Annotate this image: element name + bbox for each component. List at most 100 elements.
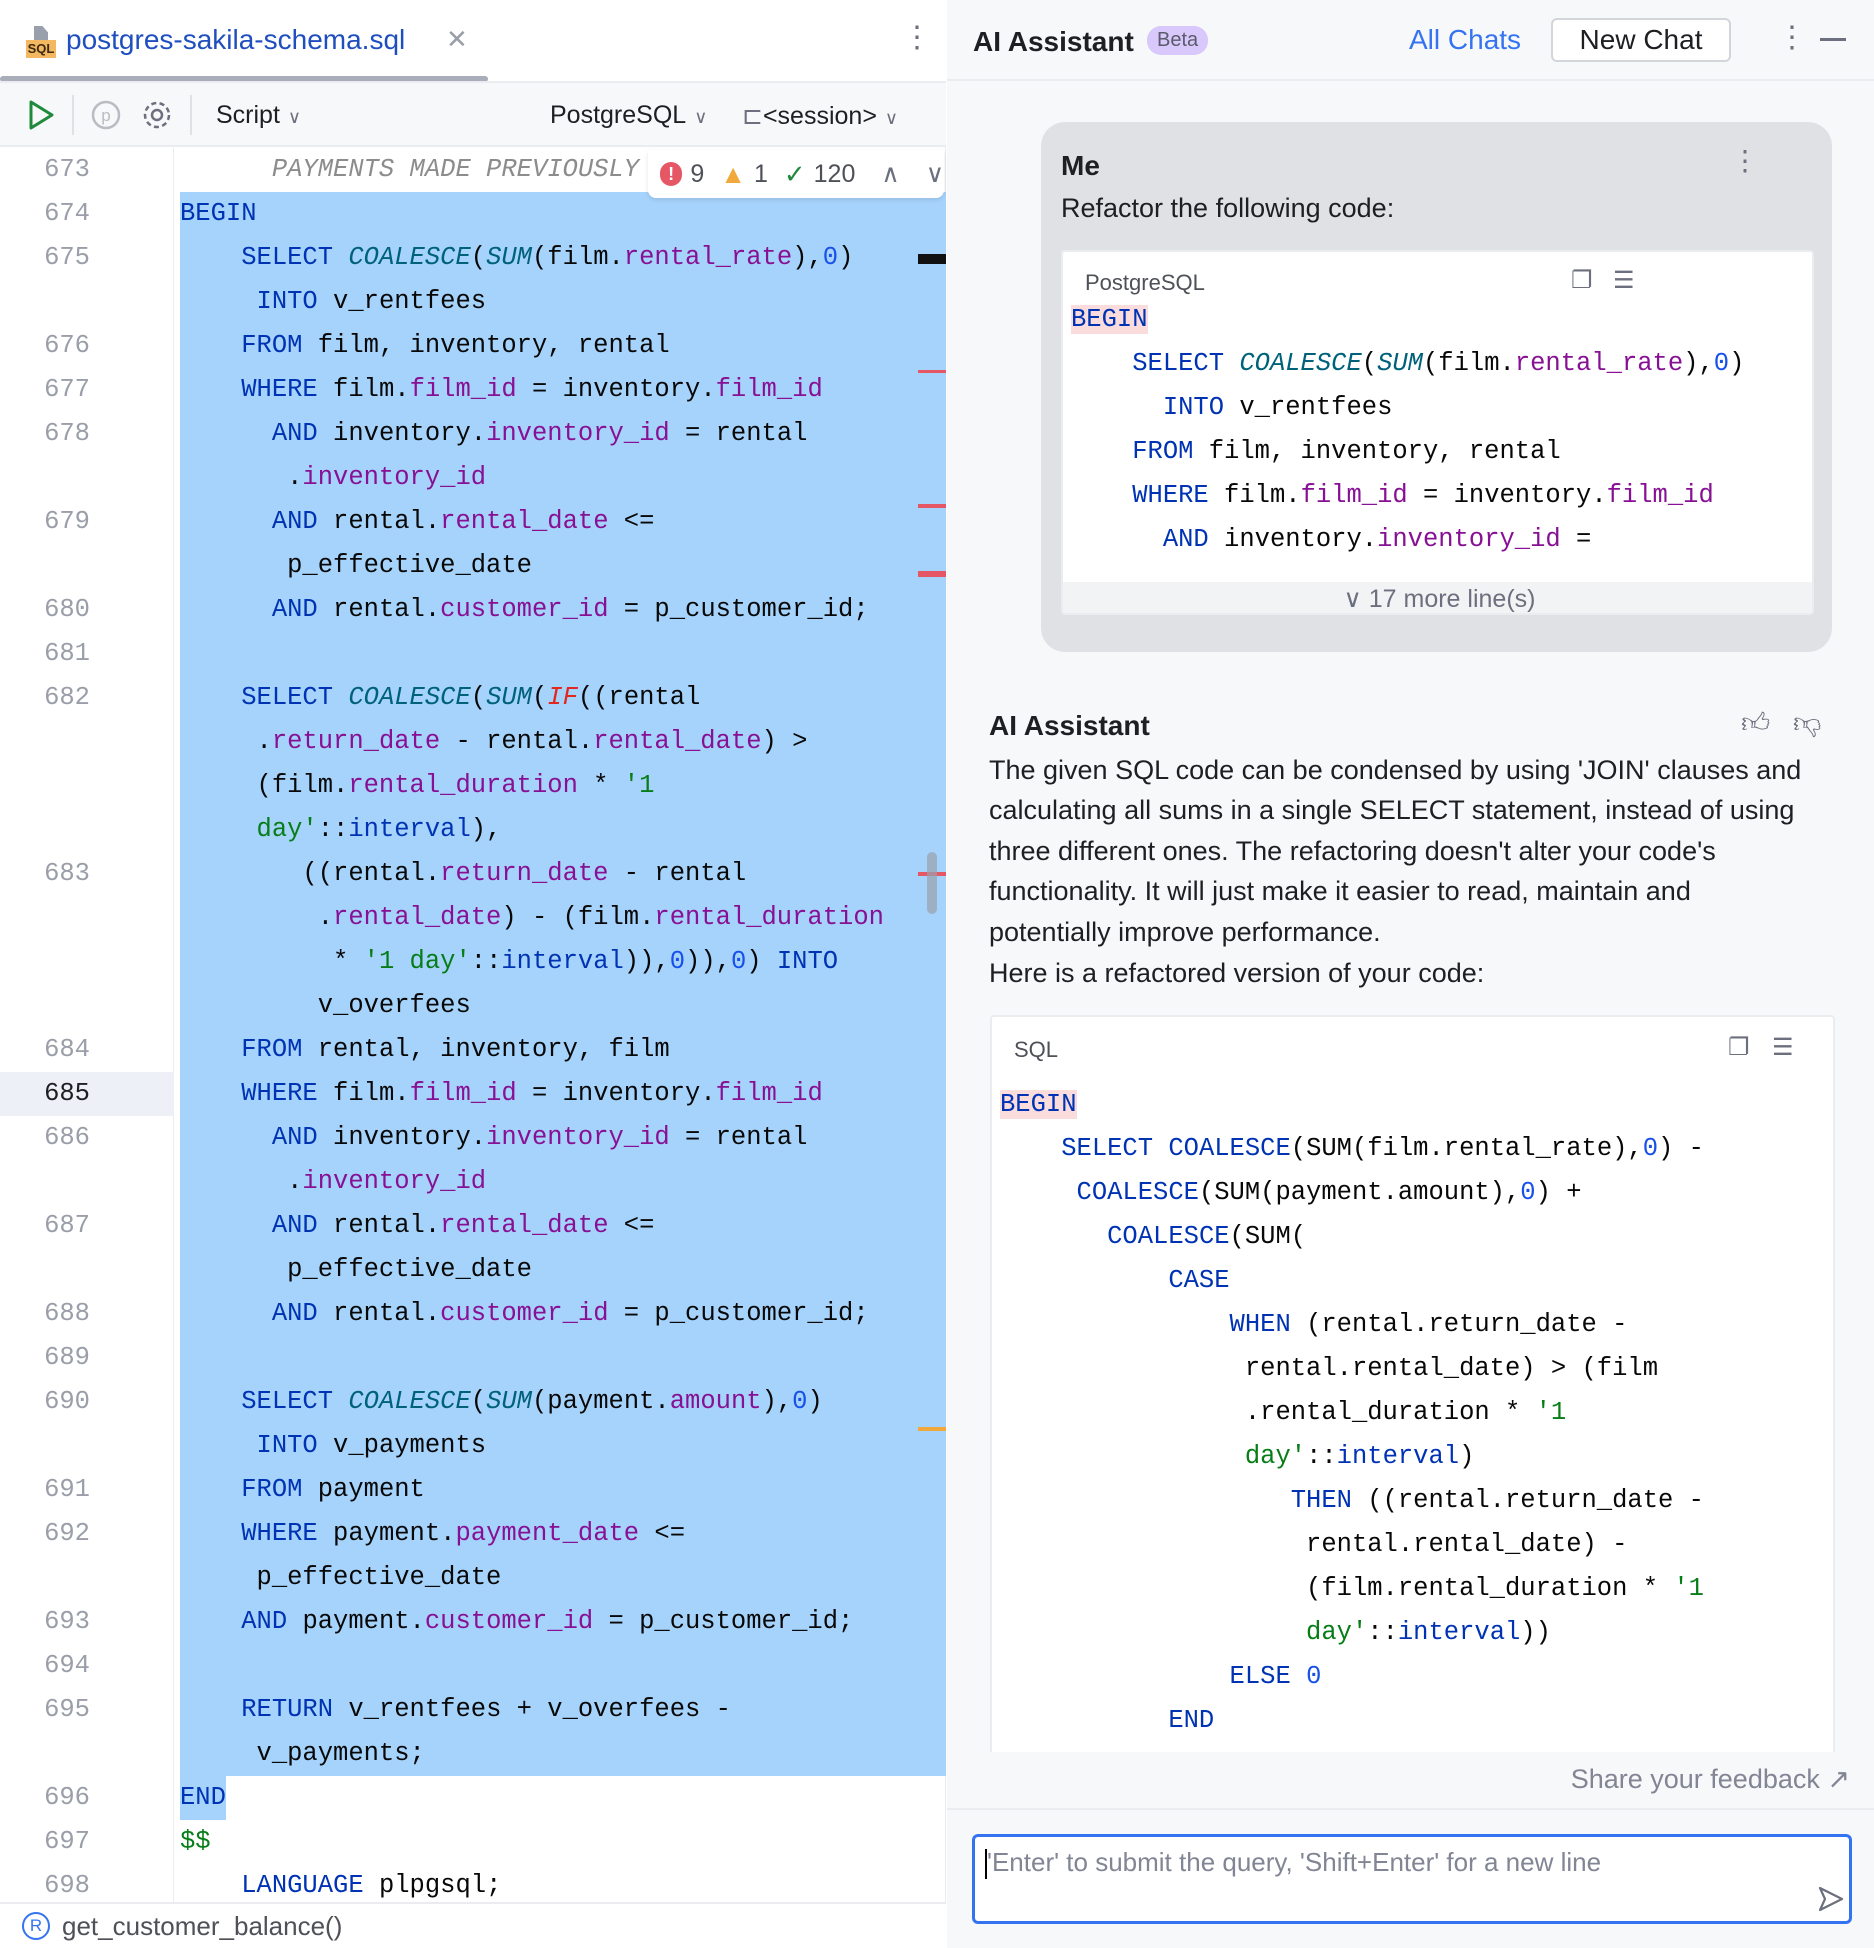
all-chats-link[interactable]: All Chats bbox=[1409, 24, 1521, 56]
more-options-icon[interactable]: ⋮ bbox=[1777, 20, 1807, 55]
send-icon[interactable] bbox=[1817, 1885, 1845, 1913]
code-text: p_effective_date bbox=[180, 1255, 532, 1284]
code-line[interactable]: 682 SELECT COALESCE(SUM(IF((rental bbox=[0, 676, 946, 720]
code-line[interactable]: 686 AND inventory.inventory_id = rental bbox=[0, 1116, 946, 1160]
code-line[interactable]: 674 BEGIN bbox=[0, 192, 946, 236]
code-line[interactable]: .inventory_id bbox=[0, 456, 946, 500]
code-line[interactable]: 681 bbox=[0, 632, 946, 676]
message-author: Me bbox=[1061, 150, 1100, 181]
code-line[interactable]: 687 AND rental.rental_date <= bbox=[0, 1204, 946, 1248]
next-highlight-icon[interactable]: ∨ bbox=[926, 159, 944, 189]
thumbs-down-icon[interactable]: 👎︎ bbox=[1793, 706, 1821, 740]
code-line[interactable]: * '1 day'::interval)),0)),0) INTO bbox=[0, 940, 946, 984]
code-line[interactable]: 679 AND rental.rental_date <= bbox=[0, 500, 946, 544]
code-content: p_effective_date bbox=[180, 544, 532, 588]
code-line[interactable]: v_overfees bbox=[0, 984, 946, 1028]
code-text: ) bbox=[1729, 349, 1745, 378]
message-options-icon[interactable]: ⋮ bbox=[1731, 144, 1759, 177]
copy-icon[interactable]: ❐ bbox=[1571, 266, 1593, 295]
code-line[interactable]: .inventory_id bbox=[0, 1160, 946, 1204]
session-dropdown[interactable]: ⊏<session> ∨ bbox=[742, 101, 898, 131]
close-tab-icon[interactable]: ✕ bbox=[446, 24, 468, 55]
code-editor[interactable]: 673 PAYMENTS MADE PREVIOUSLY 674 BEGIN 675 … bbox=[0, 148, 946, 1902]
code-line[interactable]: day'::interval), bbox=[0, 808, 946, 852]
copy-icon[interactable]: ❐ bbox=[1728, 1033, 1750, 1062]
code-line[interactable]: .return_date - rental.rental_date) > bbox=[0, 720, 946, 764]
code-line[interactable]: 694 bbox=[0, 1644, 946, 1688]
code-line[interactable]: 683 ((rental.return_date - rental bbox=[0, 852, 946, 896]
breadcrumb-function[interactable]: get_customer_balance() bbox=[62, 1911, 342, 1942]
code-line[interactable]: 691 FROM payment bbox=[0, 1468, 946, 1512]
number-literal: 0 bbox=[669, 947, 686, 976]
tab-postgres-sakila-schema[interactable]: postgres-sakila-schema.sql bbox=[66, 24, 405, 56]
line-number: 686 bbox=[44, 1123, 90, 1152]
minimize-icon[interactable] bbox=[1820, 38, 1846, 41]
code-line[interactable]: INTO v_rentfees bbox=[0, 280, 946, 324]
keyword: END bbox=[1168, 1706, 1215, 1735]
code-line[interactable]: v_payments; bbox=[0, 1732, 946, 1776]
chat-input[interactable]: 'Enter' to submit the query, 'Shift+Ente… bbox=[972, 1834, 1852, 1924]
code-line[interactable]: 678 AND inventory.inventory_id = rental bbox=[0, 412, 946, 456]
insert-snippet-icon[interactable]: ☰ bbox=[1772, 1033, 1794, 1062]
code-line[interactable]: (film.rental_duration * '1 bbox=[0, 764, 946, 808]
field-name: amount bbox=[669, 1387, 762, 1416]
code-text: <= bbox=[639, 1519, 686, 1548]
code-line[interactable]: 698 LANGUAGE plpgsql; bbox=[0, 1864, 946, 1902]
run-icon[interactable] bbox=[26, 99, 56, 131]
code-line[interactable]: 693 AND payment.customer_id = p_customer… bbox=[0, 1600, 946, 1644]
string-literal: day' bbox=[180, 815, 318, 844]
code-line[interactable]: INTO v_payments bbox=[0, 1424, 946, 1468]
code-line[interactable]: 676 FROM film, inventory, rental bbox=[0, 324, 946, 368]
code-line[interactable]: 688 AND rental.customer_id = p_customer_… bbox=[0, 1292, 946, 1336]
new-chat-button[interactable]: New Chat bbox=[1551, 18, 1731, 62]
script-dropdown[interactable]: Script ∨ bbox=[216, 101, 301, 130]
code-line[interactable]: p_effective_date bbox=[0, 1248, 946, 1292]
code-line[interactable]: 677 WHERE film.film_id = inventory.film_… bbox=[0, 368, 946, 412]
keyword-highlighted: BEGIN bbox=[1071, 305, 1148, 334]
code-line[interactable]: 697 $$ bbox=[0, 1820, 946, 1864]
code-text: v_rentfees + v_overfees - bbox=[348, 1695, 731, 1724]
code-text: ( bbox=[1361, 349, 1378, 378]
code-line[interactable]: 695 RETURN v_rentfees + v_overfees - bbox=[0, 1688, 946, 1732]
code-line[interactable]: 692 WHERE payment.payment_date <= bbox=[0, 1512, 946, 1556]
line-number: 681 bbox=[44, 639, 90, 668]
code-line[interactable]: 675 SELECT COALESCE(SUM(film.rental_rate… bbox=[0, 236, 946, 280]
keyword: FROM bbox=[1132, 437, 1209, 466]
insert-snippet-icon[interactable]: ☰ bbox=[1613, 266, 1635, 295]
code-line[interactable]: 684 FROM rental, inventory, film bbox=[0, 1028, 946, 1072]
inspection-widget[interactable]: ! 9 ▲ 1 ✓ 120 ∧ ∨ bbox=[648, 150, 944, 198]
vertical-scrollbar-thumb[interactable] bbox=[927, 852, 937, 914]
code-line[interactable]: 689 bbox=[0, 1336, 946, 1380]
code-line: .rental_duration * '1 bbox=[1000, 1391, 1566, 1435]
code-text: v_rentfees bbox=[333, 287, 487, 316]
code-line[interactable]: 685 WHERE film.film_id = inventory.film_… bbox=[0, 1072, 946, 1116]
share-feedback-link[interactable]: Share your feedback ↗ bbox=[1571, 1764, 1850, 1795]
expand-more-lines[interactable]: ∨ 17 more line(s) bbox=[1063, 582, 1812, 613]
previous-highlight-icon[interactable]: ∧ bbox=[881, 159, 899, 189]
code-line[interactable]: 690 SELECT COALESCE(SUM(payment.amount),… bbox=[0, 1380, 946, 1424]
explain-plan-icon[interactable]: p bbox=[90, 99, 122, 131]
keyword: interval bbox=[501, 947, 624, 976]
code-line[interactable]: p_effective_date bbox=[0, 544, 946, 588]
dialect-dropdown[interactable]: PostgreSQL ∨ bbox=[550, 101, 707, 130]
keyword: AND bbox=[271, 1299, 334, 1328]
thumbs-up-icon[interactable]: 👍︎ bbox=[1741, 706, 1770, 740]
code-line[interactable]: 680 AND rental.customer_id = p_customer_… bbox=[0, 588, 946, 632]
more-options-icon[interactable]: ⋮ bbox=[902, 20, 932, 55]
code-content: INTO v_rentfees bbox=[180, 280, 487, 324]
code-text: ) bbox=[807, 1387, 823, 1416]
code-line[interactable]: 696 END bbox=[0, 1776, 946, 1820]
code-text: <= bbox=[608, 1211, 655, 1240]
keyword: CASE bbox=[1168, 1266, 1230, 1295]
settings-gear-icon[interactable] bbox=[141, 99, 173, 131]
keyword: WHERE bbox=[241, 1079, 334, 1108]
code-line[interactable]: p_effective_date bbox=[0, 1556, 946, 1600]
code-text: (film. bbox=[532, 243, 624, 272]
field-name: rental_date bbox=[440, 1211, 609, 1240]
code-text: rental, inventory, film bbox=[317, 1035, 670, 1064]
code-content: BEGIN bbox=[180, 192, 257, 236]
code-line[interactable]: .rental_date) - (film.rental_duration bbox=[0, 896, 946, 940]
